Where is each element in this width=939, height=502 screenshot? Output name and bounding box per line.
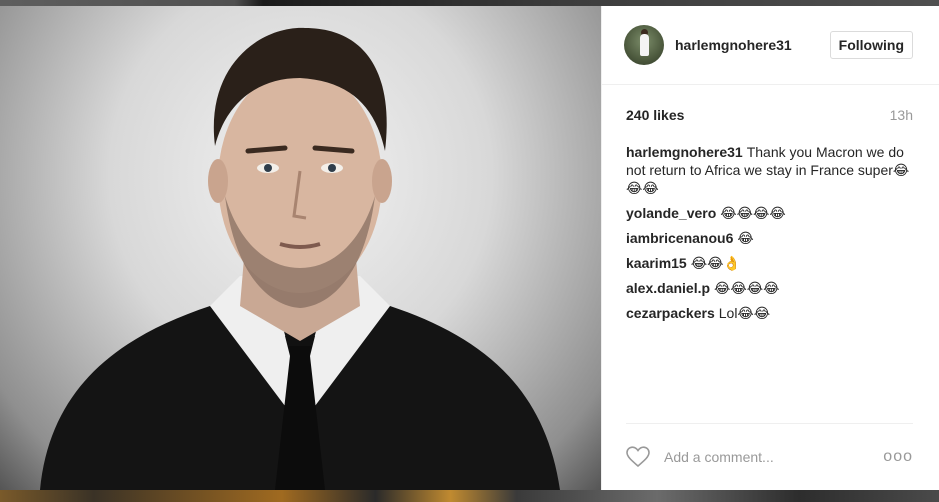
comment-text: 😂 bbox=[737, 230, 754, 246]
post-meta: 240 likes 13h bbox=[602, 106, 939, 124]
likes-count[interactable]: 240 likes bbox=[626, 107, 684, 123]
comment-item: kaarim15 😂😂👌 bbox=[626, 254, 913, 272]
avatar-figure-body bbox=[640, 34, 649, 56]
comment-username[interactable]: iambricenanou6 bbox=[626, 230, 733, 246]
comment-item: iambricenanou6 😂 bbox=[626, 229, 913, 247]
comment-item: alex.daniel.p 😂😂😂😂 bbox=[626, 279, 913, 297]
comment-text: Lol😂😂 bbox=[718, 305, 771, 321]
add-comment-input[interactable] bbox=[662, 448, 884, 466]
portrait-image bbox=[40, 27, 560, 490]
post-photo[interactable] bbox=[0, 6, 601, 490]
more-options-icon[interactable]: ooo bbox=[883, 448, 913, 466]
comment-username[interactable]: harlemgnohere31 bbox=[626, 144, 743, 160]
post-timestamp[interactable]: 13h bbox=[890, 107, 913, 123]
comment-username[interactable]: cezarpackers bbox=[626, 305, 715, 321]
following-button[interactable]: Following bbox=[829, 31, 913, 59]
post-details-panel: harlemgnohere31 Following 240 likes 13h … bbox=[601, 6, 939, 490]
comment-item: cezarpackers Lol😂😂 bbox=[626, 304, 913, 322]
comment-username[interactable]: alex.daniel.p bbox=[626, 280, 710, 296]
comment-item: yolande_vero 😂😂😂😂 bbox=[626, 204, 913, 222]
comment-list: harlemgnohere31 Thank you Macron we do no… bbox=[602, 124, 939, 322]
post-username[interactable]: harlemgnohere31 bbox=[675, 37, 830, 53]
comment-text: 😂😂😂😂 bbox=[714, 280, 780, 296]
post-header: harlemgnohere31 Following bbox=[602, 6, 939, 85]
avatar[interactable] bbox=[624, 25, 664, 65]
comment-text: 😂😂👌 bbox=[690, 255, 741, 271]
comment-username[interactable]: yolande_vero bbox=[626, 205, 716, 221]
comment-item: harlemgnohere31 Thank you Macron we do no… bbox=[626, 143, 913, 197]
comment-composer: ooo bbox=[626, 423, 913, 490]
comment-username[interactable]: kaarim15 bbox=[626, 255, 687, 271]
heart-icon[interactable] bbox=[626, 446, 650, 468]
background-page-bottom bbox=[0, 490, 939, 502]
comment-text: 😂😂😂😂 bbox=[720, 205, 786, 221]
post-modal: harlemgnohere31 Following 240 likes 13h … bbox=[0, 6, 939, 490]
